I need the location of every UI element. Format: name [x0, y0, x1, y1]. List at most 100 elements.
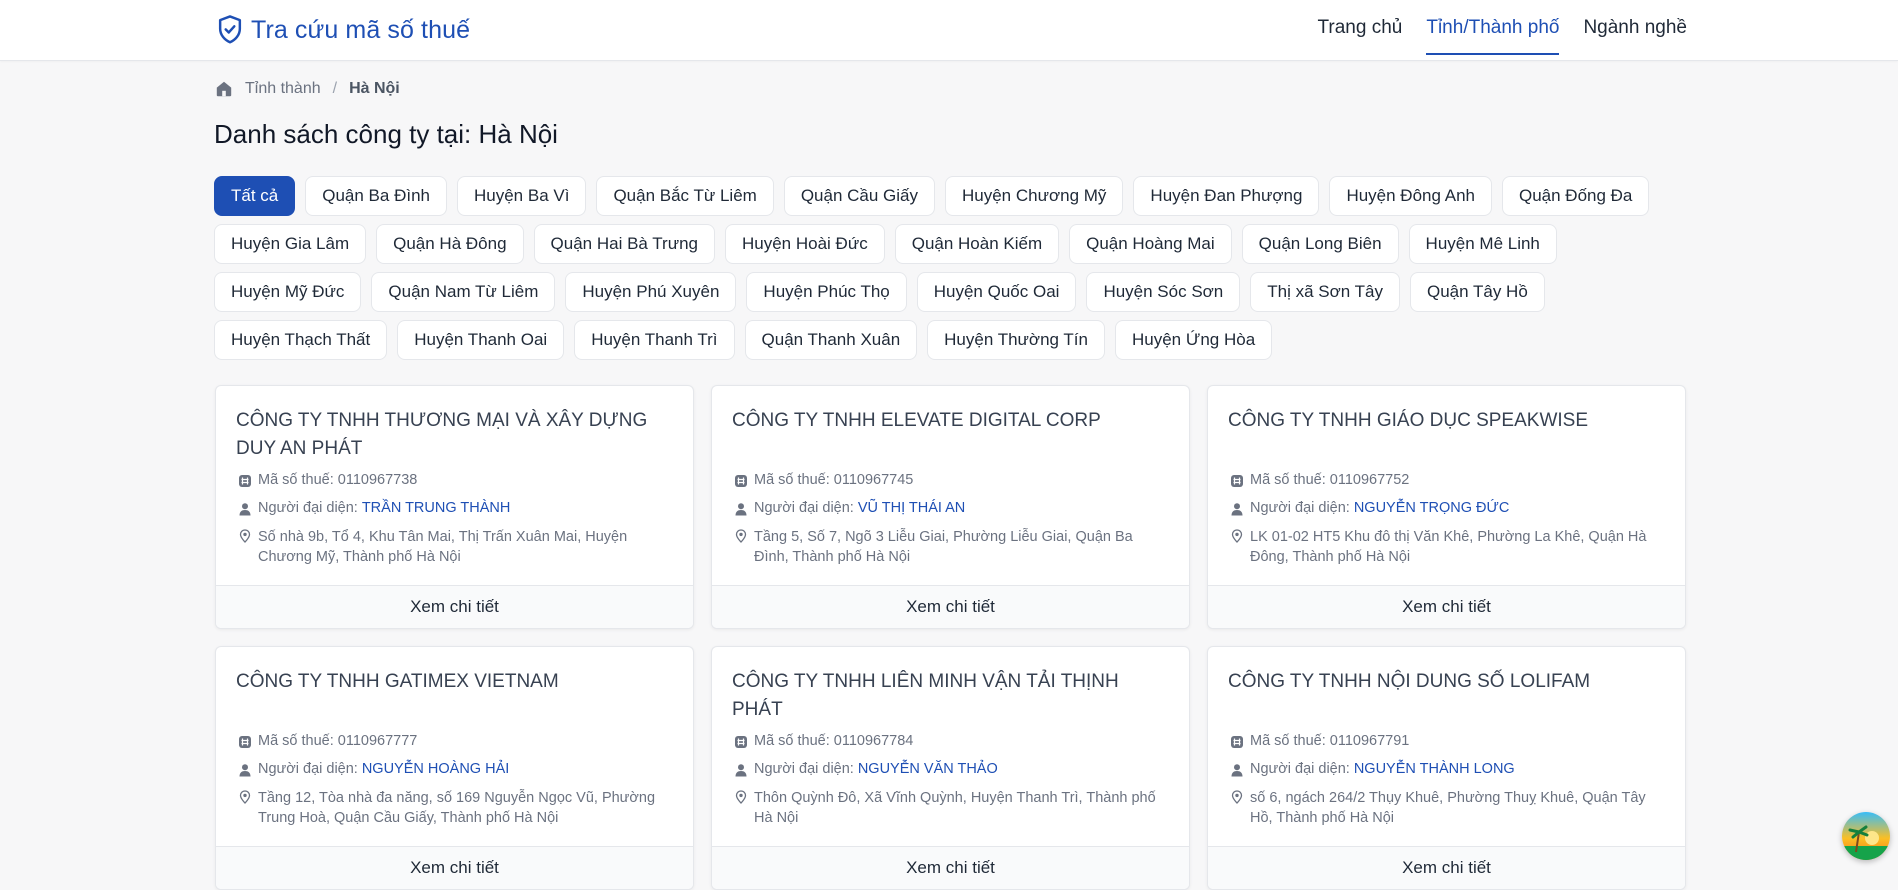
tax-code: 0110967745 [833, 472, 914, 488]
filter-chip-huyen-hoai-duc[interactable]: Huyện Hoài Đức [725, 224, 885, 264]
address-text: Thôn Quỳnh Đô, Xã Vĩnh Quỳnh, Huyện Than… [754, 790, 1156, 826]
tax-label: Mã số thuế: [258, 472, 334, 488]
breadcrumb-parent[interactable]: Tỉnh thành [245, 80, 321, 98]
company-name[interactable]: CÔNG TY TNHH ELEVATE DIGITAL CORP [732, 407, 1169, 435]
company-name[interactable]: CÔNG TY TNHH GIÁO DỤC SPEAKWISE [1228, 407, 1665, 435]
filter-chip-quan-dong-da[interactable]: Quận Đống Đa [1501, 176, 1650, 216]
filter-chip-huyen-phuc-tho[interactable]: Huyện Phúc Thọ [746, 272, 907, 312]
representative-label: Người đại diện: [258, 761, 358, 777]
representative-row: Người đại diện: VŨ THỊ THÁI AN [734, 500, 1171, 516]
filter-chip-huyen-dan-phuong[interactable]: Huyện Đan Phượng [1133, 176, 1320, 216]
representative-label: Người đại diện: [1250, 761, 1350, 777]
tax-grid-icon [238, 735, 252, 749]
address-row: số 6, ngách 264/2 Thụy Khuê, Phường Thuỵ… [1230, 788, 1667, 828]
filter-chip-huyen-phu-xuyen[interactable]: Huyện Phú Xuyên [565, 272, 737, 312]
filter-chip-quan-ba-dinh[interactable]: Quận Ba Đình [305, 176, 447, 216]
representative-name: NGUYỄN HOÀNG HẢI [361, 761, 510, 777]
tax-code: 0110967791 [1329, 733, 1410, 749]
home-icon[interactable] [215, 80, 233, 98]
breadcrumb-current: Hà Nội [349, 80, 400, 97]
filter-chip-quan-tay-ho[interactable]: Quận Tây Hồ [1409, 272, 1545, 312]
representative-row: Người đại diện: NGUYỄN HOÀNG HẢI [238, 761, 675, 777]
filter-chip-huyen-chuong-my[interactable]: Huyện Chương Mỹ [945, 176, 1124, 216]
nav-home[interactable]: Trang chủ [1318, 0, 1403, 40]
map-pin-icon [238, 529, 252, 543]
company-name[interactable]: CÔNG TY TNHH NỘI DUNG SỐ LOLIFAM [1228, 668, 1665, 696]
filter-chip-quan-nam-tu-liem[interactable]: Quận Nam Từ Liêm [371, 272, 556, 312]
filter-chip-huyen-thach-that[interactable]: Huyện Thạch Thất [214, 320, 388, 360]
address-row: Thôn Quỳnh Đô, Xã Vĩnh Quỳnh, Huyện Than… [734, 788, 1171, 828]
filter-chip-huyen-thanh-tri[interactable]: Huyện Thanh Trì [574, 320, 735, 360]
filter-chip-huyen-thuong-tin[interactable]: Huyện Thường Tín [927, 320, 1105, 360]
floating-avatar-bubble[interactable] [1842, 812, 1890, 860]
tax-label: Mã số thuế: [754, 733, 830, 749]
view-detail-button[interactable]: Xem chi tiết [216, 846, 693, 889]
tax-code-row: Mã số thuế: 0110967745 [734, 472, 1171, 488]
filter-chip-quan-hai-ba-trung[interactable]: Quận Hai Bà Trưng [533, 224, 715, 264]
view-detail-button[interactable]: Xem chi tiết [712, 585, 1189, 628]
address-row: Số nhà 9b, Tổ 4, Khu Tân Mai, Thị Trấn X… [238, 527, 675, 567]
filter-chip-quan-ha-dong[interactable]: Quận Hà Đông [376, 224, 524, 264]
filter-chip-quan-hoan-kiem[interactable]: Quận Hoàn Kiếm [894, 224, 1060, 264]
company-card: CÔNG TY TNHH GATIMEX VIETNAM Mã số thuế: … [215, 646, 694, 890]
nav-industries[interactable]: Ngành nghề [1583, 0, 1687, 40]
top-bar: Tra cứu mã số thuế Trang chủ Tỉnh/Thành … [0, 0, 1898, 61]
brand-link[interactable]: Tra cứu mã số thuế [215, 14, 470, 46]
user-icon [1230, 763, 1244, 777]
map-pin-icon [238, 790, 252, 804]
filter-chip-huyen-dong-anh[interactable]: Huyện Đông Anh [1329, 176, 1492, 216]
representative-label: Người đại diện: [754, 761, 854, 777]
company-card: CÔNG TY TNHH THƯƠNG MẠI VÀ XÂY DỰNG DUY … [215, 385, 694, 629]
representative-name: VŨ THỊ THÁI AN [857, 500, 966, 516]
filter-chip-quan-hoang-mai[interactable]: Quận Hoàng Mai [1069, 224, 1232, 264]
filter-chip-huyen-quoc-oai[interactable]: Huyện Quốc Oai [916, 272, 1077, 312]
view-detail-button[interactable]: Xem chi tiết [1208, 585, 1685, 628]
filter-chip-quan-long-bien[interactable]: Quận Long Biên [1241, 224, 1399, 264]
filter-chip-quan-cau-giay[interactable]: Quận Cầu Giấy [783, 176, 935, 216]
tax-code-row: Mã số thuế: 0110967752 [1230, 472, 1667, 488]
filter-chip-huyen-thanh-oai[interactable]: Huyện Thanh Oai [397, 320, 565, 360]
tax-grid-icon [1230, 474, 1244, 488]
representative-row: Người đại diện: NGUYỄN TRỌNG ĐỨC [1230, 500, 1667, 516]
address-text: số 6, ngách 264/2 Thụy Khuê, Phường Thuỵ… [1250, 790, 1646, 826]
address-row: LK 01-02 HT5 Khu đô thị Văn Khê, Phường … [1230, 527, 1667, 567]
representative-name: NGUYỄN VĂN THẢO [857, 761, 998, 777]
representative-label: Người đại diện: [1250, 500, 1350, 516]
tax-label: Mã số thuế: [258, 733, 334, 749]
tax-grid-icon [734, 735, 748, 749]
tax-grid-icon [1230, 735, 1244, 749]
filter-chip-huyen-my-duc[interactable]: Huyện Mỹ Đức [214, 272, 362, 312]
breadcrumb: Tỉnh thành / Hà Nội [215, 80, 400, 98]
filter-chip-huyen-gia-lam[interactable]: Huyện Gia Lâm [214, 224, 367, 264]
filter-chip-tat-ca[interactable]: Tất cả [214, 176, 296, 216]
filter-chip-quan-thanh-xuan[interactable]: Quận Thanh Xuân [744, 320, 918, 360]
representative-row: Người đại diện: TRẦN TRUNG THÀNH [238, 500, 675, 516]
filter-chip-huyen-ung-hoa[interactable]: Huyện Ứng Hòa [1114, 320, 1273, 360]
company-card: CÔNG TY TNHH ELEVATE DIGITAL CORP Mã số t… [711, 385, 1190, 629]
view-detail-button[interactable]: Xem chi tiết [1208, 846, 1685, 889]
user-icon [238, 763, 252, 777]
company-name[interactable]: CÔNG TY TNHH THƯƠNG MẠI VÀ XÂY DỰNG DUY … [236, 407, 673, 463]
map-pin-icon [1230, 529, 1244, 543]
company-card: CÔNG TY TNHH NỘI DUNG SỐ LOLIFAM Mã số th… [1207, 646, 1686, 890]
address-row: Tầng 12, Tòa nhà đa năng, số 169 Nguyễn … [238, 788, 675, 828]
filter-chip-thi-xa-son-tay[interactable]: Thị xã Sơn Tây [1250, 272, 1400, 312]
filter-chip-huyen-soc-son[interactable]: Huyện Sóc Sơn [1086, 272, 1241, 312]
shield-check-icon [215, 14, 245, 46]
address-row: Tầng 5, Số 7, Ngõ 3 Liễu Giai, Phường Li… [734, 527, 1171, 567]
company-name[interactable]: CÔNG TY TNHH GATIMEX VIETNAM [236, 668, 673, 696]
filter-chip-quan-bac-tu-liem[interactable]: Quận Bắc Từ Liêm [596, 176, 774, 216]
company-card: CÔNG TY TNHH GIÁO DỤC SPEAKWISE Mã số thu… [1207, 385, 1686, 629]
view-detail-button[interactable]: Xem chi tiết [216, 585, 693, 628]
tax-label: Mã số thuế: [1250, 472, 1326, 488]
tax-code: 0110967738 [337, 472, 418, 488]
view-detail-button[interactable]: Xem chi tiết [712, 846, 1189, 889]
tax-code: 0110967777 [337, 733, 418, 749]
filter-chip-huyen-me-linh[interactable]: Huyện Mê Linh [1408, 224, 1557, 264]
address-text: Tầng 12, Tòa nhà đa năng, số 169 Nguyễn … [258, 790, 656, 826]
company-name[interactable]: CÔNG TY TNHH LIÊN MINH VẬN TẢI THỊNH PHÁ… [732, 668, 1169, 724]
district-filter-list: Tất cả Quận Ba Đình Huyện Ba Vì Quận Bắc Từ… [214, 176, 1694, 368]
filter-chip-huyen-ba-vi[interactable]: Huyện Ba Vì [457, 176, 587, 216]
map-pin-icon [734, 529, 748, 543]
nav-provinces[interactable]: Tỉnh/Thành phố [1426, 0, 1560, 55]
